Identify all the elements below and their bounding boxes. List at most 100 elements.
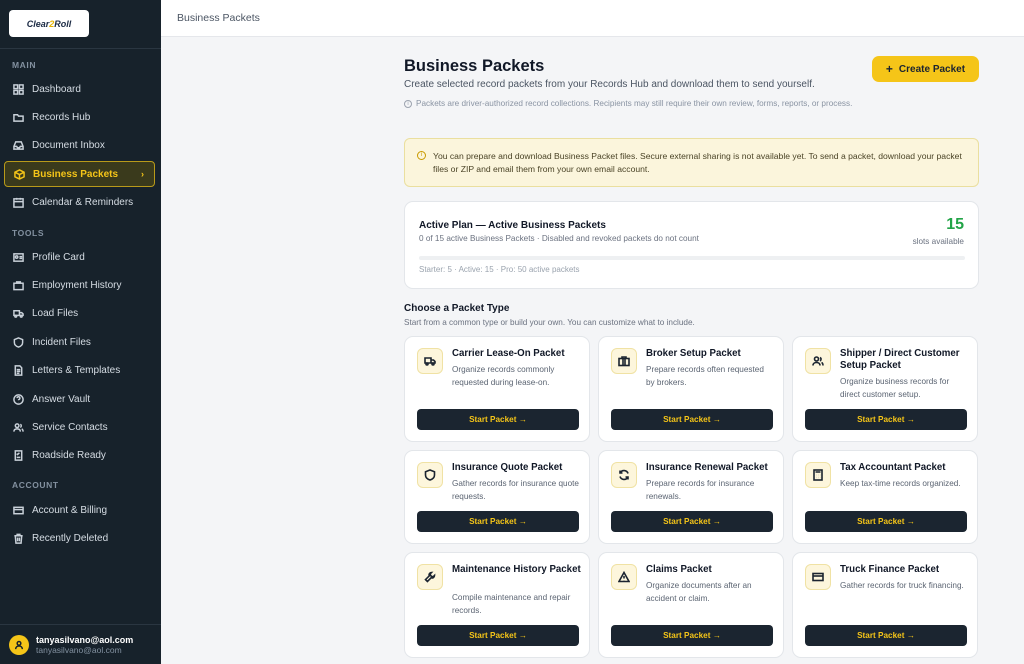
sidebar-divider bbox=[0, 48, 161, 49]
warning-icon bbox=[611, 564, 637, 590]
card-icon bbox=[805, 564, 831, 590]
card-icon bbox=[12, 504, 24, 516]
grid-icon bbox=[12, 83, 24, 95]
avatar bbox=[9, 634, 29, 655]
calendar-icon bbox=[12, 196, 24, 208]
packet-description: Prepare records for insurance renewals. bbox=[646, 479, 755, 501]
sidebar-item-incident-files[interactable]: Incident Files bbox=[4, 329, 155, 355]
page-title: Business Packets bbox=[404, 57, 545, 75]
start-packet-button[interactable]: Start Packet → bbox=[611, 625, 773, 646]
sidebar-item-calendar-reminders[interactable]: Calendar & Reminders bbox=[4, 189, 155, 215]
packet-card-carrier-lease-on[interactable]: Carrier Lease-On Packet Organize records… bbox=[404, 336, 590, 442]
sidebar-item-employment-history[interactable]: Employment History bbox=[4, 272, 155, 298]
packet-description: Organize business records for direct cus… bbox=[840, 377, 950, 399]
breadcrumb: Business Packets bbox=[177, 12, 260, 24]
section-main-label: MAIN bbox=[12, 60, 37, 70]
usage-progress-bar bbox=[419, 256, 965, 260]
sidebar-item-business-packets[interactable]: Business Packets › bbox=[4, 161, 155, 187]
packet-title: Broker Setup Packet bbox=[646, 348, 741, 359]
start-packet-button[interactable]: Start Packet → bbox=[417, 511, 579, 532]
sidebar-item-profile-card[interactable]: Profile Card bbox=[4, 244, 155, 270]
top-bar: Business Packets bbox=[161, 0, 1024, 37]
sidebar-item-service-contacts[interactable]: Service Contacts bbox=[4, 414, 155, 440]
packet-card-insurance-renewal[interactable]: Insurance Renewal Packet Prepare records… bbox=[598, 450, 784, 544]
checklist-icon bbox=[12, 449, 24, 461]
page-subtitle: Create selected record packets from your… bbox=[404, 79, 815, 90]
info-icon: i bbox=[417, 151, 426, 160]
user-account-row[interactable]: tanyasilvano@aol.com tanyasilvano@aol.co… bbox=[0, 624, 161, 664]
truck-icon bbox=[12, 307, 24, 319]
user-email: tanyasilvano@aol.com bbox=[36, 644, 122, 655]
section-account-label: ACCOUNT bbox=[12, 480, 59, 490]
section-subtitle: Start from a common type or build your o… bbox=[404, 318, 695, 327]
wrench-icon bbox=[417, 564, 443, 590]
contacts-icon bbox=[12, 421, 24, 433]
packet-description: Compile maintenance and repair records. bbox=[452, 593, 571, 615]
document-icon bbox=[12, 364, 24, 376]
folder-icon bbox=[12, 111, 24, 123]
inbox-icon bbox=[12, 139, 24, 151]
sidebar-item-recently-deleted[interactable]: Recently Deleted bbox=[4, 525, 155, 551]
section-tools-label: TOOLS bbox=[12, 228, 45, 238]
sidebar-item-account-billing[interactable]: Account & Billing bbox=[4, 497, 155, 523]
packet-card-maintenance-history[interactable]: Maintenance History Packet Compile maint… bbox=[404, 552, 590, 658]
packet-description: Organize records commonly requested duri… bbox=[452, 365, 555, 387]
packet-card-tax-accountant[interactable]: Tax Accountant Packet Keep tax-time reco… bbox=[792, 450, 978, 544]
app-logo[interactable]: Clear2Roll bbox=[9, 10, 89, 37]
info-icon: i bbox=[404, 100, 412, 108]
packet-title: Shipper / Direct Customer Setup Packet bbox=[840, 348, 960, 371]
sharing-notice: i You can prepare and download Business … bbox=[404, 138, 979, 187]
refresh-icon bbox=[611, 462, 637, 488]
packet-title: Truck Finance Packet bbox=[840, 564, 940, 575]
sidebar-item-roadside-ready[interactable]: Roadside Ready bbox=[4, 442, 155, 468]
question-icon bbox=[12, 393, 24, 405]
packet-title: Insurance Renewal Packet bbox=[646, 462, 768, 473]
start-packet-button[interactable]: Start Packet → bbox=[611, 409, 773, 430]
plus-icon: + bbox=[885, 62, 893, 76]
trash-icon bbox=[12, 532, 24, 544]
sidebar-item-document-inbox[interactable]: Document Inbox bbox=[4, 132, 155, 158]
chevron-right-icon: › bbox=[141, 169, 144, 179]
packet-description: Organize documents after an accident or … bbox=[646, 581, 752, 603]
user-icon bbox=[14, 640, 24, 649]
packet-card-shipper-direct-customer[interactable]: Shipper / Direct Customer Setup Packet O… bbox=[792, 336, 978, 442]
sidebar-item-load-files[interactable]: Load Files bbox=[4, 300, 155, 326]
packet-description: Prepare records often requested by broke… bbox=[646, 365, 764, 387]
sidebar: Clear2Roll MAIN Dashboard Records Hub Do… bbox=[0, 0, 161, 664]
packet-title: Insurance Quote Packet bbox=[452, 462, 563, 473]
truck-icon bbox=[417, 348, 443, 374]
active-plan-card: Active Plan — Active Business Packets 0 … bbox=[404, 201, 979, 289]
sidebar-item-dashboard[interactable]: Dashboard bbox=[4, 76, 155, 102]
shield-icon bbox=[12, 336, 24, 348]
packet-card-insurance-quote[interactable]: Insurance Quote Packet Gather records fo… bbox=[404, 450, 590, 544]
create-packet-button[interactable]: + Create Packet bbox=[872, 56, 979, 82]
shield-icon bbox=[417, 462, 443, 488]
start-packet-button[interactable]: Start Packet → bbox=[805, 409, 967, 430]
box-icon bbox=[13, 168, 25, 180]
briefcase-icon bbox=[611, 348, 637, 374]
plan-subtitle: 0 of 15 active Business Packets · Disabl… bbox=[419, 234, 699, 243]
packet-card-truck-finance[interactable]: Truck Finance Packet Gather records for … bbox=[792, 552, 978, 658]
slots-label: slots available bbox=[912, 237, 964, 246]
start-packet-button[interactable]: Start Packet → bbox=[417, 409, 579, 430]
start-packet-button[interactable]: Start Packet → bbox=[611, 511, 773, 532]
sidebar-item-letters-templates[interactable]: Letters & Templates bbox=[4, 357, 155, 383]
plan-title: Active Plan — Active Business Packets bbox=[419, 220, 606, 231]
slots-count: 15 bbox=[946, 216, 964, 233]
page-note: i Packets are driver-authorized record co… bbox=[404, 97, 854, 111]
plan-tiers: Starter: 5 · Active: 15 · Pro: 50 active… bbox=[419, 265, 580, 274]
packet-description: Keep tax-time records organized. bbox=[840, 479, 961, 488]
packet-title: Claims Packet bbox=[646, 564, 712, 575]
packet-card-claims[interactable]: Claims Packet Organize documents after a… bbox=[598, 552, 784, 658]
sidebar-item-answer-vault[interactable]: Answer Vault bbox=[4, 386, 155, 412]
packet-title: Carrier Lease-On Packet bbox=[452, 348, 565, 359]
packet-card-broker-setup[interactable]: Broker Setup Packet Prepare records ofte… bbox=[598, 336, 784, 442]
start-packet-button[interactable]: Start Packet → bbox=[805, 625, 967, 646]
packet-title: Tax Accountant Packet bbox=[840, 462, 946, 473]
packet-description: Gather records for insurance quote reque… bbox=[452, 479, 579, 501]
briefcase-icon bbox=[12, 279, 24, 291]
start-packet-button[interactable]: Start Packet → bbox=[805, 511, 967, 532]
sidebar-item-records-hub[interactable]: Records Hub bbox=[4, 104, 155, 130]
id-card-icon bbox=[12, 251, 24, 263]
start-packet-button[interactable]: Start Packet → bbox=[417, 625, 579, 646]
